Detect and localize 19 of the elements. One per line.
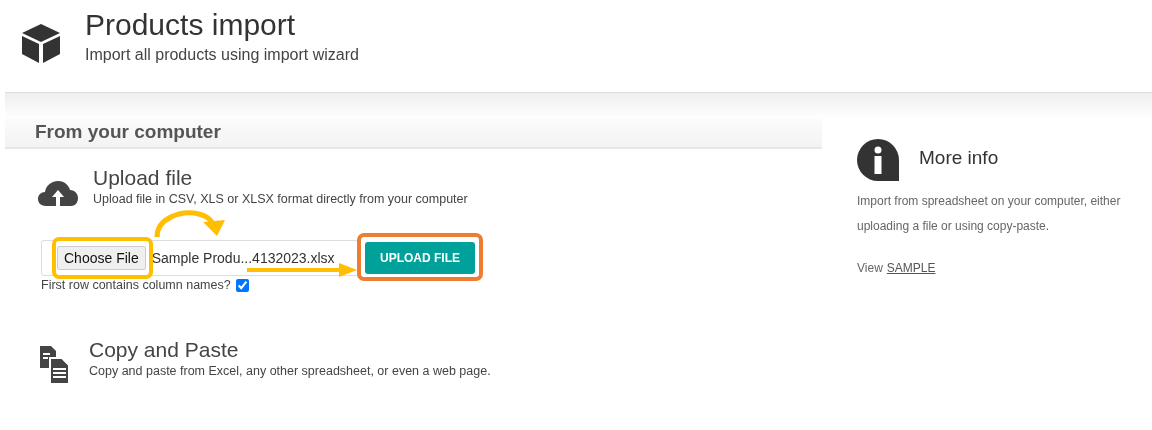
section-header: From your computer (5, 119, 822, 149)
copy-paste-title: Copy and Paste (89, 338, 240, 362)
checkbox-label: First row contains column names? (41, 278, 231, 292)
choose-file-button[interactable]: Choose File (57, 246, 146, 270)
page-subtitle: Import all products using import wizard (85, 46, 359, 64)
column-names-checkbox[interactable] (235, 278, 249, 292)
page-title: Products import (85, 8, 297, 42)
cloud-upload-icon (38, 180, 78, 206)
info-icon (857, 139, 899, 181)
view-label: View (857, 261, 883, 275)
file-name: Sample Produ...4132023.xlsx (151, 250, 335, 266)
curved-arrow (154, 210, 225, 238)
upload-description: Upload file in CSV, XLS or XLSX format directly from your computer (93, 192, 468, 206)
copy-paste-description: Copy and paste from Excel, any other spreadsheet, or even a web page. (89, 364, 491, 378)
upload-title: Upload file (93, 166, 194, 190)
sample-link[interactable]: SAMPLE (886, 261, 936, 275)
cube-icon (20, 22, 62, 64)
info-title: More info (919, 147, 999, 169)
info-text: Import from spreadsheet on your computer, either uploading a file or using copy-paste. (857, 193, 1122, 235)
